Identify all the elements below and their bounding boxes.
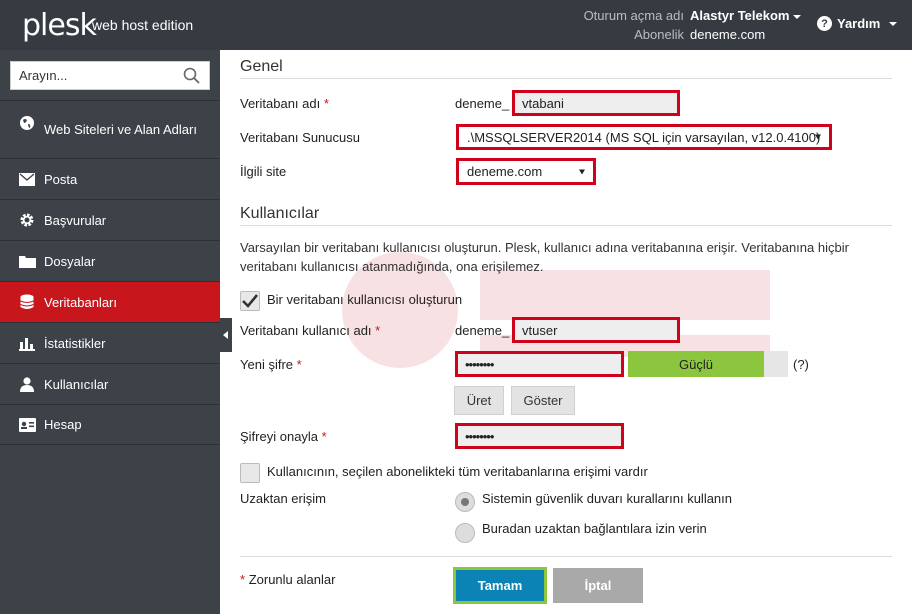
sidebar-item-label: Veritabanları — [44, 294, 117, 310]
search-input[interactable] — [11, 62, 171, 89]
related-site-value: deneme.com — [467, 164, 543, 179]
edition-label: web host edition — [92, 17, 194, 33]
sidebar-item-account[interactable]: Hesap — [0, 404, 220, 445]
subscription-label: Abonelik — [634, 27, 684, 42]
confirm-password-label: Şifreyi onayla * — [240, 429, 327, 444]
users-section-title: Kullanıcılar — [240, 205, 320, 222]
chevron-down-icon — [889, 21, 898, 26]
plesk-logo[interactable]: plesk — [22, 8, 97, 43]
sidebar: Web Siteleri ve Alan Adları Posta Başvur… — [0, 50, 220, 614]
all-databases-checkbox[interactable] — [240, 463, 260, 483]
password-strength-fill: Güçlü — [628, 351, 764, 377]
sidebar-item-files[interactable]: Dosyalar — [0, 240, 220, 281]
login-menu[interactable]: Alastyr Telekom — [690, 8, 802, 23]
generate-password-button[interactable]: Üret — [454, 386, 504, 415]
db-user-label: Veritabanı kullanıcı adı * — [240, 323, 381, 338]
bar-chart-icon — [18, 335, 36, 351]
chevron-down-icon — [793, 14, 802, 19]
main-content: Genel Veritabanı adı * deneme_ vtabani V… — [220, 50, 912, 614]
db-name-prefix: deneme_ — [455, 96, 510, 111]
chevron-down-icon — [815, 134, 821, 140]
subscription-value[interactable]: deneme.com — [690, 27, 765, 42]
create-user-label: Bir veritabanı kullanıcısı oluşturun — [267, 292, 463, 307]
related-site-select[interactable]: deneme.com — [456, 158, 596, 185]
general-section-title: Genel — [240, 58, 283, 75]
gear-icon — [18, 212, 36, 228]
new-password-label: Yeni şifre * — [240, 357, 302, 372]
remote-allow-radio[interactable] — [455, 523, 475, 543]
search-icon[interactable] — [183, 67, 201, 85]
envelope-icon — [18, 171, 36, 187]
database-icon — [18, 294, 36, 310]
radio-selected-dot — [461, 498, 469, 506]
help-icon: ? — [817, 16, 832, 31]
sidebar-item-label: Kullanıcılar — [44, 376, 109, 392]
globe-icon — [18, 115, 36, 131]
sidebar-item-label: Posta — [44, 171, 78, 187]
divider — [240, 78, 892, 79]
sidebar-item-label: İstatistikler — [44, 335, 106, 351]
help-label: Yardım — [837, 16, 881, 31]
folder-icon — [18, 253, 36, 269]
help-menu[interactable]: ? Yardım — [817, 16, 898, 31]
id-card-icon — [18, 417, 36, 433]
ok-button[interactable]: Tamam — [453, 567, 547, 604]
sidebar-item-label: Hesap — [44, 417, 82, 432]
user-icon — [18, 376, 36, 392]
db-server-value: .\MSSQLSERVER2014 (MS SQL için varsayıla… — [467, 129, 821, 145]
required-note: * Zorunlu alanlar — [240, 572, 336, 587]
create-user-checkbox[interactable] — [240, 291, 260, 311]
divider — [240, 556, 892, 557]
related-site-label: İlgili site — [240, 164, 287, 179]
sidebar-item-databases[interactable]: Veritabanları — [0, 281, 220, 322]
top-bar: plesk web host edition Oturum açma adı A… — [0, 0, 912, 50]
login-label: Oturum açma adı — [583, 8, 684, 23]
db-name-input[interactable]: vtabani — [512, 90, 680, 116]
sidebar-item-applications[interactable]: Başvurular — [0, 199, 220, 240]
remote-access-label: Uzaktan erişim — [240, 491, 326, 506]
cancel-button[interactable]: İptal — [553, 568, 643, 603]
checkmark-icon — [242, 294, 258, 308]
sidebar-item-websites[interactable]: Web Siteleri ve Alan Adları — [0, 100, 220, 158]
db-server-select[interactable]: .\MSSQLSERVER2014 (MS SQL için varsayıla… — [456, 124, 832, 150]
sidebar-item-label: Web Siteleri ve Alan Adları — [44, 121, 197, 137]
confirm-password-input[interactable]: •••••••• — [455, 423, 624, 449]
sidebar-item-mail[interactable]: Posta — [0, 158, 220, 199]
new-password-input[interactable]: •••••••• — [455, 351, 624, 377]
password-help-link[interactable]: (?) — [793, 357, 809, 372]
remote-allow-label: Buradan uzaktan bağlantılara izin verin — [482, 521, 707, 536]
users-description: Varsayılan bir veritabanı kullanıcısı ol… — [240, 240, 849, 274]
sidebar-nav: Web Siteleri ve Alan Adları Posta Başvur… — [0, 100, 220, 445]
remote-firewall-radio[interactable] — [455, 492, 475, 512]
db-user-prefix: deneme_ — [455, 323, 510, 338]
sidebar-item-statistics[interactable]: İstatistikler — [0, 322, 220, 363]
sidebar-item-label: Başvurular — [44, 212, 107, 228]
sidebar-item-label: Dosyalar — [44, 253, 96, 269]
remote-firewall-label: Sistemin güvenlik duvarı kurallarını kul… — [482, 491, 733, 506]
sidebar-item-users[interactable]: Kullanıcılar — [0, 363, 220, 404]
db-user-input[interactable]: vtuser — [512, 317, 680, 343]
db-server-label: Veritabanı Sunucusu — [240, 130, 360, 145]
chevron-down-icon — [579, 169, 585, 174]
all-databases-label: Kullanıcının, seçilen abonelikteki tüm v… — [267, 464, 648, 479]
divider — [240, 225, 892, 226]
db-name-label: Veritabanı adı * — [240, 96, 329, 111]
password-strength-bar: Güçlü — [628, 351, 788, 377]
search-box — [10, 61, 210, 90]
show-password-button[interactable]: Göster — [511, 386, 575, 415]
login-value: Alastyr Telekom — [690, 8, 790, 23]
